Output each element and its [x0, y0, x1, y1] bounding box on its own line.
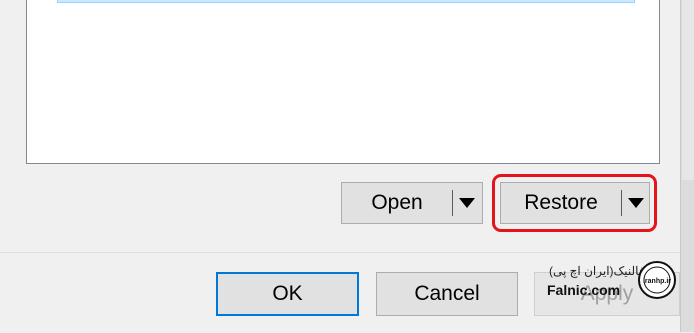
- watermark-seal-icon: iranhp.ir: [638, 261, 676, 299]
- watermark-logo: فالنیک(ایران اچ پی) Falnic.com iranhp.ir: [545, 258, 685, 308]
- file-list-box[interactable]: [26, 0, 660, 164]
- open-button-label: Open: [371, 191, 423, 214]
- restore-button-label: Restore: [524, 191, 598, 214]
- watermark-persian-text: فالنیک(ایران اچ پی): [549, 264, 645, 278]
- dropdown-arrow-icon[interactable]: [628, 198, 644, 208]
- scrollbar-thumb[interactable]: [682, 0, 694, 180]
- dropdown-arrow-icon[interactable]: [459, 198, 475, 208]
- watermark-site-text: Falnic.com: [547, 282, 621, 298]
- split-divider: [452, 190, 453, 216]
- split-divider: [621, 190, 622, 216]
- cancel-button[interactable]: Cancel: [376, 272, 518, 316]
- ok-button-label: OK: [272, 282, 303, 305]
- cancel-button-label: Cancel: [414, 282, 480, 305]
- open-split-button[interactable]: Open: [341, 182, 483, 224]
- restore-split-button[interactable]: Restore: [500, 182, 650, 224]
- ok-button[interactable]: OK: [216, 272, 359, 316]
- selected-list-row[interactable]: [57, 0, 635, 3]
- svg-text:iranhp.ir: iranhp.ir: [643, 278, 671, 285]
